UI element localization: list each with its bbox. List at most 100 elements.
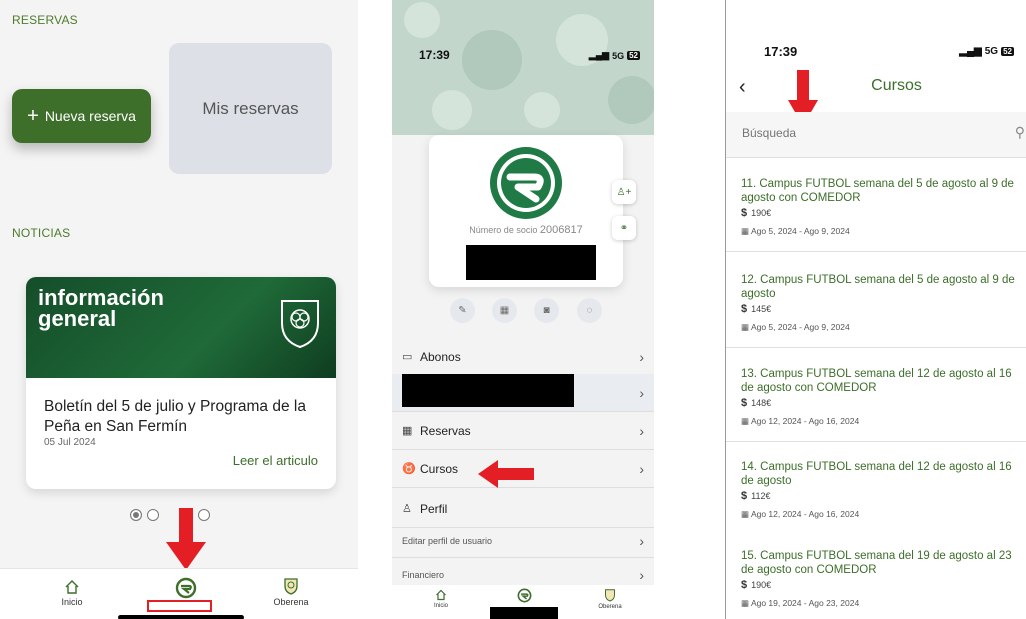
battery-icon: 52 [1001,47,1014,56]
signal-icon: ▂▄▆ [959,46,982,57]
my-reservations-card[interactable]: Mis reservas [169,43,332,174]
home-icon [65,580,79,594]
club-logo-icon [517,588,531,603]
chevron-right-icon: › [639,348,644,365]
chat-icon[interactable]: ◌ [577,298,602,323]
carousel-dot[interactable] [147,509,159,521]
menu-label: Perfil [420,501,448,516]
annotation-highlight-box [147,600,212,612]
chevron-right-icon: › [639,532,644,549]
news-card[interactable]: información general Boletín del 5 de jul… [26,277,336,489]
course-dates: ▦ Ago 5, 2024 - Ago 9, 2024 [741,322,850,332]
new-reservation-button[interactable]: + Nueva reserva [12,89,151,143]
member-number: 2006817 [539,224,583,236]
menu-label: Editar perfil de usuario [402,535,493,546]
profile-screen: 17:39 ▂▄▆ 5G 52 Número de socio 2006817 … [392,0,654,619]
course-price: $190€ [741,579,772,591]
menu-edit-profile[interactable]: Editar perfil de usuario › [392,524,654,558]
member-number-row: Número de socio 2006817 [469,224,583,236]
course-item[interactable]: 12. Campus FUTBOL semana del 5 de agosto… [726,256,1026,348]
chevron-right-icon: › [639,566,644,583]
news-title: Boletín del 5 de julio y Programa de la … [44,398,306,435]
status-indicators: ▂▄▆ 5G 52 [589,50,640,61]
menu-label: Abonos [420,349,461,364]
calendar-icon: ▦ [402,425,413,437]
calendar-icon: ▦ [741,226,751,236]
battery-icon: 52 [627,51,640,60]
card-icon: ▭ [402,351,413,363]
noticias-heading: NOTICIAS [12,226,71,240]
course-title: 12. Campus FUTBOL semana del 5 de agosto… [741,274,1015,300]
bottom-tab-bar: Inicio Oberena [0,568,358,619]
menu-perfil: ♙ Perfil [392,490,654,528]
camera-icon[interactable]: ◙ [534,298,559,323]
signal-icon: ▂▄▆ [588,50,610,60]
read-article-link[interactable]: Leer el articulo [233,453,318,468]
course-item[interactable]: 11. Campus FUTBOL semana del 5 de agosto… [726,160,1026,252]
menu-label: Cursos [420,461,459,476]
annotation-arrow-down-icon [166,508,206,570]
tab-member[interactable] [166,577,206,601]
menu-reservas[interactable]: ▦ Reservas › [392,412,654,450]
home-icon [436,589,446,601]
dollar-icon: $ [741,207,748,219]
carousel-dot[interactable] [130,509,142,521]
page-title: Cursos [871,77,922,94]
chevron-right-icon: › [639,384,644,401]
reservas-heading: RESERVAS [12,13,78,27]
course-dates: ▦ Ago 5, 2024 - Ago 9, 2024 [741,226,850,236]
course-price: $145€ [741,303,772,315]
redacted-name [466,245,596,280]
course-item[interactable]: 13. Campus FUTBOL semana del 12 de agost… [726,350,1026,442]
status-time: 17:39 [764,44,798,59]
dollar-icon: $ [741,397,748,409]
tab-inicio[interactable]: Inicio [56,579,88,607]
calendar-icon: ▦ [741,598,751,608]
news-date: 05 Jul 2024 [44,437,96,448]
network-label: 5G [984,46,999,57]
annotation-arrow-left-icon [478,460,534,488]
calendar-icon: ▦ [741,509,751,519]
course-title: 14. Campus FUTBOL semana del 12 de agost… [741,461,1012,487]
network-label: 5G [612,50,625,61]
search-input[interactable] [742,126,992,140]
add-user-icon[interactable]: ♙+ [612,180,636,204]
medal-icon: ♉ [402,463,416,475]
tab-member[interactable] [516,588,532,605]
course-price: $112€ [741,490,771,502]
calendar-icon: ▦ [741,416,751,426]
tab-oberena[interactable]: Oberena [593,588,627,610]
club-logo-icon [175,577,197,599]
chevron-right-icon: › [639,460,644,477]
qr-icon[interactable]: ▦ [492,298,517,323]
tab-oberena[interactable]: Oberena [268,577,314,607]
search-icon[interactable]: ⚲ [1015,124,1025,141]
redacted-item [402,374,574,407]
home-indicator [118,615,244,619]
course-price: $148€ [741,397,772,409]
course-item[interactable]: 14. Campus FUTBOL semana del 12 de agost… [726,443,1026,535]
edit-icon[interactable]: ✎ [450,298,475,323]
dollar-icon: $ [741,303,748,315]
menu-abonos[interactable]: ▭ Abonos › [392,338,654,376]
dollar-icon: $ [741,490,748,502]
course-item[interactable]: 15. Campus FUTBOL semana del 19 de agost… [726,532,1026,619]
course-dates: ▦ Ago 12, 2024 - Ago 16, 2024 [741,416,860,426]
menu-label: Reservas [420,423,471,438]
oberena-shield-icon [281,300,319,349]
decorative-pattern [404,2,654,130]
club-logo [490,147,562,219]
page-header: ‹ Cursos [726,70,1026,106]
menu-label: Financiero [402,569,445,580]
tab-inicio[interactable]: Inicio [430,589,452,609]
plus-icon: + [27,104,39,127]
dollar-icon: $ [741,579,748,591]
redacted-indicator [490,607,558,619]
status-time: 17:39 [419,48,450,62]
family-icon[interactable]: ⚭ [612,216,636,240]
member-card: Número de socio 2006817 [429,135,623,287]
course-price: $190€ [741,207,772,219]
new-reservation-label: Nueva reserva [44,108,136,124]
search-bar: ⚲ [726,112,1026,158]
menu-redacted[interactable]: › [392,374,654,412]
